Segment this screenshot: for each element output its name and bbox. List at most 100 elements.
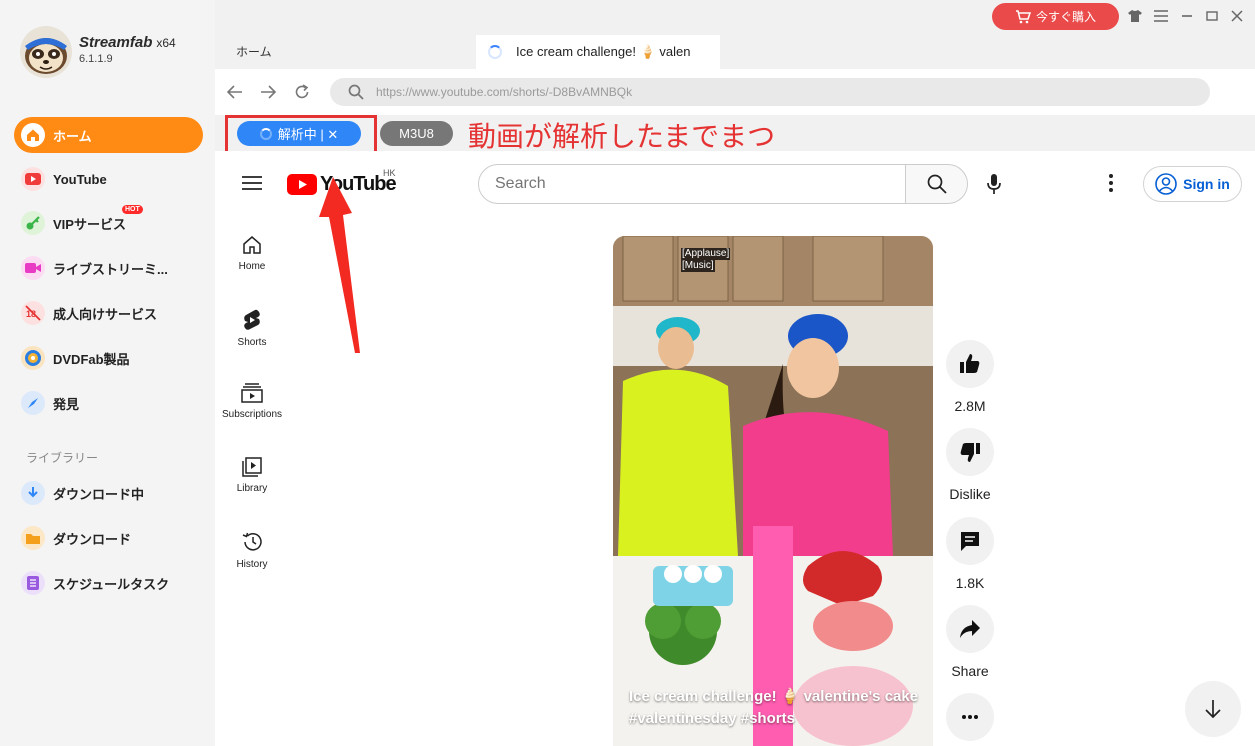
yt-nav-label: Library <box>236 483 268 494</box>
url-bar[interactable] <box>330 78 1210 106</box>
comment-icon <box>961 532 979 551</box>
key-icon <box>21 211 45 235</box>
minimize-icon[interactable] <box>1179 8 1195 24</box>
sidebar-item-label: DVDFab製品 <box>53 351 130 367</box>
microphone-icon[interactable] <box>986 173 1002 200</box>
history-clock-icon <box>242 532 262 551</box>
share-arrow-icon <box>960 620 980 638</box>
sidebar-item-downloaded[interactable]: ダウンロード <box>14 520 203 556</box>
shorts-icon <box>244 309 260 330</box>
tab-video-title: Ice cream challenge! 🍦 valentine's cake <box>516 44 690 59</box>
app-version: 6.1.1.9 <box>79 53 113 65</box>
home-icon <box>243 236 261 254</box>
like-count: 2.8M <box>954 398 986 414</box>
schedule-list-icon <box>21 571 45 595</box>
yt-nav-shorts[interactable]: Shorts <box>215 309 289 348</box>
region-code: HK <box>383 168 396 178</box>
yt-nav-home[interactable]: Home <box>215 235 289 272</box>
closed-captions: [Applause] [Music] <box>681 248 731 272</box>
m3u8-button[interactable]: M3U8 <box>380 121 453 146</box>
dislike-button[interactable] <box>946 428 994 476</box>
home-icon <box>21 123 45 147</box>
more-horizontal-icon <box>962 715 978 719</box>
sidebar-item-vip[interactable]: VIPサービス HOT <box>14 205 203 241</box>
like-action: 2.8M <box>945 340 995 414</box>
yt-nav-label: History <box>236 559 268 570</box>
url-input[interactable] <box>376 85 1176 99</box>
youtube-search-input[interactable] <box>495 175 885 193</box>
search-icon <box>927 174 947 194</box>
folder-icon <box>21 526 45 550</box>
subscriptions-icon <box>241 383 263 403</box>
youtube-logo[interactable]: YouTube <box>287 173 397 196</box>
youtube-icon <box>21 167 45 191</box>
forward-arrow-icon[interactable] <box>258 82 278 102</box>
sidebar-item-label: 発見 <box>53 396 80 412</box>
share-label: Share <box>951 663 989 679</box>
caption-line: [Music] <box>681 260 715 272</box>
sidebar-item-label: 成人向けサービス <box>53 306 158 322</box>
account-circle-icon <box>1155 173 1177 195</box>
more-options-button[interactable] <box>946 693 994 741</box>
tab-home[interactable]: ホーム <box>236 43 272 60</box>
share-button[interactable] <box>946 605 994 653</box>
live-camera-icon <box>21 256 45 280</box>
yt-nav-history[interactable]: History <box>215 531 289 570</box>
like-button[interactable] <box>946 340 994 388</box>
video-title: Ice cream challenge! 🍦 valentine's cake <box>629 688 919 705</box>
sidebar-item-label: ダウンロード中 <box>53 486 145 502</box>
sidebar-item-label: ホーム <box>53 128 92 144</box>
hamburger-menu-icon[interactable] <box>242 175 262 191</box>
sidebar-item-youtube[interactable]: YouTube <box>14 161 203 197</box>
adult-block-icon: 18 <box>21 301 45 325</box>
sign-in-label: Sign in <box>1183 176 1230 192</box>
sign-in-button[interactable]: Sign in <box>1143 166 1242 202</box>
streamfab-logo-icon <box>20 26 72 78</box>
youtube-search-box[interactable] <box>478 164 906 204</box>
youtube-search-button[interactable] <box>905 164 968 204</box>
next-video-button[interactable] <box>1185 681 1241 737</box>
buy-now-label: 今すぐ購入 <box>1035 10 1096 24</box>
address-bar <box>215 69 1255 115</box>
reload-icon[interactable] <box>292 82 312 102</box>
cart-icon <box>1015 9 1031 23</box>
video-frame-illustration <box>613 236 933 746</box>
sidebar-item-adult[interactable]: 18 成人向けサービス <box>14 295 203 331</box>
video-caption: Ice cream challenge! 🍦 valentine's cake … <box>629 686 929 730</box>
sidebar-item-discover[interactable]: 発見 <box>14 385 203 421</box>
sidebar-item-label: ダウンロード <box>53 531 132 547</box>
comments-button[interactable] <box>946 517 994 565</box>
sidebar-item-downloading[interactable]: ダウンロード中 <box>14 475 203 511</box>
buy-now-button[interactable]: 今すぐ購入 <box>992 3 1119 30</box>
skin-tshirt-icon[interactable] <box>1127 8 1143 24</box>
sidebar-item-home[interactable]: ホーム <box>14 117 203 153</box>
app-name: Streamfab x64 <box>79 34 176 51</box>
analysis-toolbar: 解析中 | ✕ M3U8 動画が解析したまでまつ <box>215 115 1255 158</box>
video-hashtags[interactable]: #valentinesday #shorts <box>629 708 929 730</box>
app-arch: x64 <box>156 36 176 50</box>
thumbs-down-icon <box>960 443 980 462</box>
share-action: Share <box>945 605 995 679</box>
yt-nav-subscriptions[interactable]: Subscriptions <box>215 383 289 420</box>
sidebar-item-label: YouTube <box>53 171 107 187</box>
sidebar-item-live[interactable]: ライブストリーミ... <box>14 250 203 286</box>
menu-icon[interactable] <box>1153 8 1169 24</box>
loading-spinner-icon <box>488 45 502 59</box>
yt-nav-library[interactable]: Library <box>215 457 289 494</box>
shorts-video-player[interactable]: [Applause] [Music] Ice cream challenge! … <box>613 236 933 746</box>
title-bar: 今すぐ購入 ホーム Ice cream challenge! 🍦 valenti… <box>215 0 1255 69</box>
sidebar-item-label: VIPサービス <box>53 216 126 232</box>
tab-video[interactable]: Ice cream challenge! 🍦 valentine's cake <box>476 35 720 69</box>
close-icon[interactable] <box>1229 8 1245 24</box>
more-action <box>945 693 995 741</box>
streamfab-app: Streamfab x64 6.1.1.9 ホーム YouTube VIPサービス… <box>0 0 1255 746</box>
dvdfab-icon <box>21 346 45 370</box>
thumbs-up-icon <box>960 354 980 373</box>
dislike-label: Dislike <box>949 486 991 502</box>
sidebar-item-schedule[interactable]: スケジュールタスク <box>14 565 203 601</box>
more-vertical-icon[interactable] <box>1108 173 1114 198</box>
sidebar-item-label: ライブストリーミ... <box>53 261 168 277</box>
sidebar-item-dvdfab[interactable]: DVDFab製品 <box>14 340 203 376</box>
back-arrow-icon[interactable] <box>225 82 245 102</box>
maximize-icon[interactable] <box>1204 8 1220 24</box>
